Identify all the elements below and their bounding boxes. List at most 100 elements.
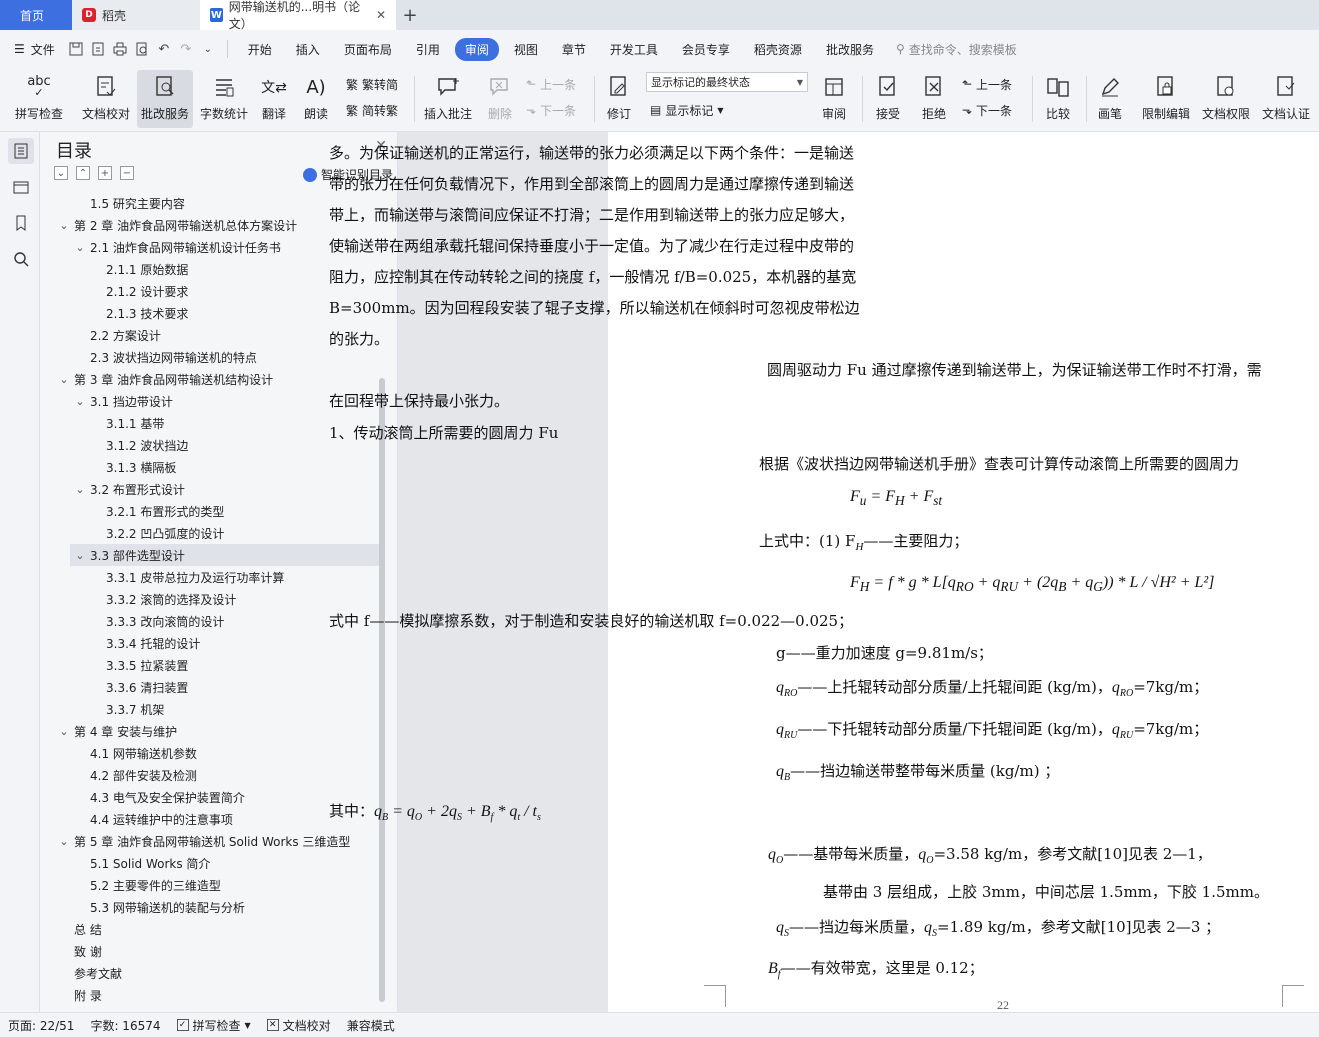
- menu-view[interactable]: 视图: [505, 38, 547, 61]
- toc-item[interactable]: ⌄ 3.2 布置形式设计: [40, 478, 380, 500]
- toc-item[interactable]: 3.3.2 滚筒的选择及设计: [40, 588, 380, 610]
- next-comment-button[interactable]: ⬎ 下一条: [526, 100, 576, 120]
- accept-change-button[interactable]: 接受: [868, 70, 908, 128]
- chapter-nav-icon[interactable]: [8, 174, 34, 200]
- toc-item[interactable]: 3.3.1 皮带总拉力及运行功率计算: [40, 566, 380, 588]
- document-page[interactable]: [608, 132, 1319, 1012]
- file-menu-label: 文件: [30, 42, 55, 57]
- toc-item[interactable]: ⌄ 第 3 章 油炸食品网带输送机结构设计: [40, 368, 380, 390]
- read-aloud-button[interactable]: A) 朗读: [298, 70, 334, 128]
- chevron-down-icon[interactable]: ⌄: [74, 395, 86, 408]
- translate-label: 翻译: [261, 107, 286, 121]
- redo-icon[interactable]: ↷: [177, 40, 195, 58]
- tab-daoke[interactable]: D 稻壳: [72, 0, 200, 30]
- proofread-button[interactable]: 文档校对: [78, 70, 134, 128]
- menu-chapter[interactable]: 章节: [553, 38, 595, 61]
- menu-devtools[interactable]: 开发工具: [601, 38, 667, 61]
- toc-item[interactable]: 4.1 网带输送机参数: [40, 742, 380, 764]
- toc-item[interactable]: 5.1 Solid Works 简介: [40, 852, 380, 874]
- toc-item[interactable]: 3.3.6 清扫装置: [40, 676, 380, 698]
- track-changes-button[interactable]: 修订: [600, 70, 638, 128]
- menu-daoke-resources[interactable]: 稻壳资源: [745, 38, 811, 61]
- toc-scrollbar[interactable]: [379, 378, 385, 1002]
- review-service-button[interactable]: 批改服务: [137, 70, 193, 128]
- toc-item[interactable]: 3.2.2 凹凸弧度的设计: [40, 522, 380, 544]
- chevron-down-icon[interactable]: ⌄: [58, 219, 70, 232]
- chevron-down-icon[interactable]: ⌄: [58, 373, 70, 386]
- chevron-down-icon[interactable]: ⌄: [58, 835, 70, 848]
- prev-change-button[interactable]: ⬑ 上一条: [962, 74, 1012, 94]
- file-menu[interactable]: ☰ 文件: [0, 41, 65, 58]
- menu-reference[interactable]: 引用: [407, 38, 449, 61]
- toc-item[interactable]: 总 结: [40, 918, 380, 940]
- word-count-indicator[interactable]: 字数: 16574: [82, 1017, 168, 1034]
- undo-icon[interactable]: ↶: [155, 40, 173, 58]
- next-change-button[interactable]: ⬎ 下一条: [962, 100, 1012, 120]
- search-icon[interactable]: [8, 246, 34, 272]
- document-canvas[interactable]: [398, 132, 1319, 1012]
- spell-check-status[interactable]: ✓ 拼写检查 ▼: [169, 1017, 259, 1034]
- add-heading-icon[interactable]: +: [98, 166, 112, 180]
- chevron-down-icon[interactable]: ⌄: [58, 725, 70, 738]
- expand-all-icon[interactable]: ⌃: [76, 166, 90, 180]
- export-pdf-icon[interactable]: [89, 40, 107, 58]
- toc-item[interactable]: 3.1.3 横隔板: [40, 456, 380, 478]
- review-pane-button[interactable]: 审阅: [814, 70, 854, 128]
- new-tab-button[interactable]: +: [396, 0, 424, 30]
- tab-home[interactable]: 首页: [0, 0, 72, 30]
- show-markup-button[interactable]: ▤ 显示标记 ▼: [650, 100, 724, 120]
- toc-item[interactable]: 5.2 主要零件的三维造型: [40, 874, 380, 896]
- proofread-status[interactable]: ✕ 文档校对: [259, 1017, 339, 1034]
- toc-item[interactable]: 参考文献: [40, 962, 380, 984]
- print-icon[interactable]: [111, 40, 129, 58]
- remove-heading-icon[interactable]: −: [120, 166, 134, 180]
- word-count-button[interactable]: 字数统计: [197, 70, 251, 128]
- tab-daoke-label: 稻壳: [102, 8, 127, 23]
- menu-review[interactable]: 审阅: [454, 37, 499, 61]
- save-icon[interactable]: [67, 40, 85, 58]
- translate-button[interactable]: 文⇄ 翻译: [256, 70, 292, 128]
- spell-check-button[interactable]: abc ✓ 拼写检查: [8, 70, 70, 128]
- toc-item[interactable]: ⌄ 第 5 章 油炸食品网带输送机 Solid Works 三维造型: [40, 830, 380, 852]
- collapse-all-icon[interactable]: ⌄: [54, 166, 68, 180]
- menu-insert[interactable]: 插入: [287, 38, 329, 61]
- close-tab-icon[interactable]: ✕: [376, 8, 386, 22]
- page-indicator[interactable]: 页面: 22/51: [0, 1017, 82, 1034]
- toc-item[interactable]: 3.3.4 托辊的设计: [40, 632, 380, 654]
- command-search[interactable]: ⚲ 查找命令、搜索模板: [896, 41, 1017, 58]
- simp-to-trad-button[interactable]: 繁简转繁: [346, 100, 398, 120]
- toc-item[interactable]: ⌄ 第 4 章 安装与维护: [40, 720, 380, 742]
- more-icon[interactable]: ⌄: [199, 40, 217, 58]
- toc-item[interactable]: 3.3.5 拉紧装置: [40, 654, 380, 676]
- restrict-editing-button[interactable]: 限制编辑: [1138, 70, 1194, 128]
- toc-item[interactable]: ⌄ 3.3 部件选型设计: [70, 544, 380, 566]
- insert-comment-button[interactable]: 插入批注: [420, 70, 476, 128]
- menu-review-service[interactable]: 批改服务: [817, 38, 883, 61]
- chevron-down-icon[interactable]: ⌄: [74, 241, 86, 254]
- toc-item[interactable]: 3.3.7 机架: [40, 698, 380, 720]
- toc-item[interactable]: 5.3 网带输送机的装配与分析: [40, 896, 380, 918]
- toc-item[interactable]: 3.2.1 布置形式的类型: [40, 500, 380, 522]
- chevron-down-icon[interactable]: ⌄: [74, 549, 86, 562]
- reject-change-button[interactable]: 拒绝: [914, 70, 954, 128]
- bookmark-icon[interactable]: [8, 210, 34, 236]
- compare-button[interactable]: 比较: [1038, 70, 1078, 128]
- markup-state-select[interactable]: 显示标记的最终状态 ▼: [646, 72, 808, 92]
- doc-permission-button[interactable]: 文档权限: [1198, 70, 1254, 128]
- print-preview-icon[interactable]: [133, 40, 151, 58]
- toc-item[interactable]: 致 谢: [40, 940, 380, 962]
- delete-comment-button[interactable]: 删除: [480, 70, 520, 128]
- toc-panel-icon[interactable]: [8, 138, 34, 164]
- toc-item[interactable]: 2.3 波状挡边网带输送机的特点: [40, 346, 380, 368]
- chevron-down-icon[interactable]: ⌄: [74, 483, 86, 496]
- trad-to-simp-button[interactable]: 繁繁转简: [346, 74, 398, 94]
- toc-item[interactable]: 附 录: [40, 984, 380, 1006]
- tab-document[interactable]: W 网带输送机的...明书（论文） ✕: [200, 0, 396, 31]
- menu-member[interactable]: 会员专享: [673, 38, 739, 61]
- menu-layout[interactable]: 页面布局: [335, 38, 401, 61]
- pen-button[interactable]: 画笔: [1092, 70, 1128, 128]
- doc-certify-button[interactable]: 文档认证: [1258, 70, 1314, 128]
- menu-start[interactable]: 开始: [239, 38, 281, 61]
- toc-item[interactable]: 4.2 部件安装及检测: [40, 764, 380, 786]
- prev-comment-button[interactable]: ⬑ 上一条: [526, 74, 576, 94]
